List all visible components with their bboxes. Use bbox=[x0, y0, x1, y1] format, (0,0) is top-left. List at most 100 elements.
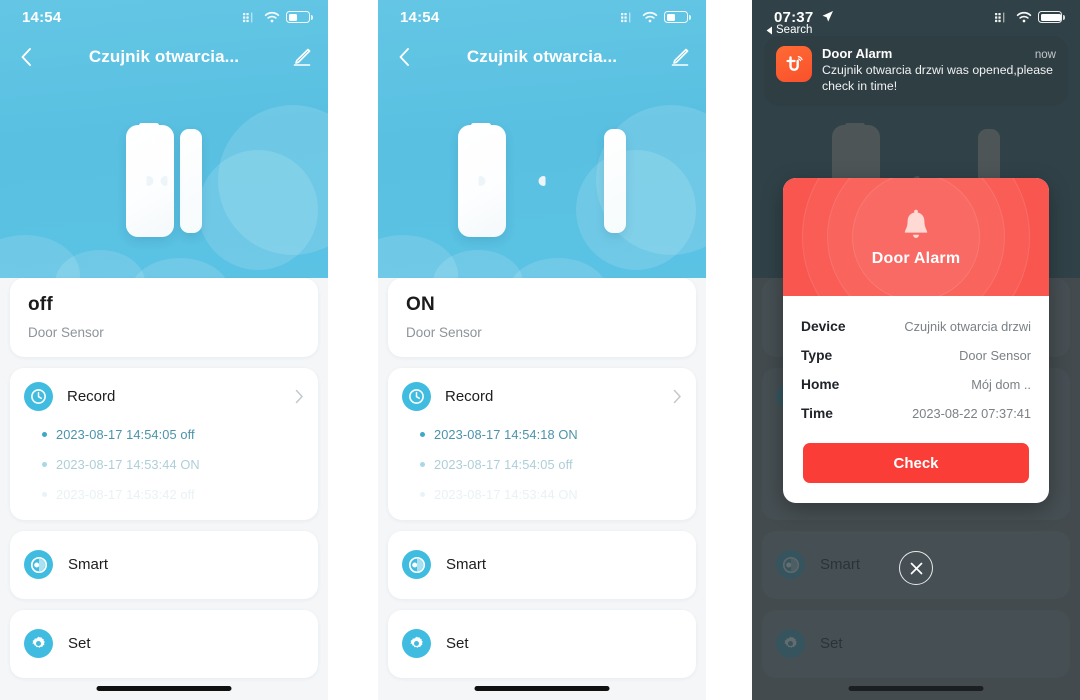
smart-row[interactable]: Smart bbox=[388, 530, 696, 599]
info-value: 2023-08-22 07:37:41 bbox=[912, 406, 1031, 421]
chevron-left-icon bbox=[21, 48, 31, 66]
state-subtitle: Door Sensor bbox=[28, 324, 104, 340]
status-bar: 14:54 bbox=[0, 0, 328, 34]
info-value: Czujnik otwarcia drzwi bbox=[904, 319, 1031, 334]
sensor-magnet bbox=[538, 128, 626, 233]
record-header[interactable]: Record bbox=[24, 381, 304, 411]
list-item: 2023-08-17 14:54:05 off bbox=[420, 457, 682, 472]
record-label: Record bbox=[445, 387, 494, 405]
status-time: 07:37 bbox=[774, 9, 834, 26]
list-item: 2023-08-17 14:54:05 off bbox=[42, 427, 304, 442]
back-button[interactable] bbox=[0, 36, 52, 78]
record-entry: 2023-08-17 14:54:05 off bbox=[56, 426, 195, 442]
info-value: Mój dom .. bbox=[971, 377, 1031, 392]
record-entry: 2023-08-17 14:53:42 off bbox=[56, 486, 195, 502]
alarm-header: Door Alarm bbox=[783, 178, 1049, 296]
notification-body: Door Alarm now Czujnik otwarcia drzwi wa… bbox=[822, 46, 1056, 94]
panel-gap bbox=[706, 0, 752, 700]
record-card[interactable]: Record 2023-08-17 14:54:05 off 2023-08-1… bbox=[10, 367, 318, 520]
clock-icon bbox=[402, 381, 431, 411]
edit-button[interactable] bbox=[654, 36, 706, 78]
info-row-type: Type Door Sensor bbox=[801, 341, 1031, 370]
status-time: 14:54 bbox=[22, 8, 62, 26]
notification-banner[interactable]: Door Alarm now Czujnik otwarcia drzwi wa… bbox=[764, 36, 1068, 107]
pencil-edit-icon bbox=[293, 48, 311, 66]
smart-label: Smart bbox=[446, 556, 487, 574]
notification-title: Door Alarm bbox=[822, 46, 893, 61]
info-key: Type bbox=[801, 348, 833, 363]
smart-label: Smart bbox=[68, 556, 109, 574]
record-list: 2023-08-17 14:54:18 ON 2023-08-17 14:54:… bbox=[420, 427, 682, 502]
tuya-app-icon bbox=[776, 46, 812, 82]
wifi-icon bbox=[264, 11, 280, 23]
notification-message: Czujnik otwarcia drzwi was opened,please… bbox=[822, 63, 1054, 94]
state-card: off Door Sensor bbox=[10, 278, 318, 357]
cellular-dots-icon bbox=[621, 12, 631, 22]
info-row-time: Time 2023-08-22 07:37:41 bbox=[801, 399, 1031, 428]
smart-toggle-icon bbox=[24, 550, 53, 580]
cellular-dots-icon bbox=[995, 12, 1005, 22]
record-entry: 2023-08-17 14:54:05 off bbox=[434, 456, 573, 472]
state-card: ON Door Sensor bbox=[388, 278, 696, 357]
door-sensor-illustration bbox=[378, 108, 706, 253]
status-time: 14:54 bbox=[400, 8, 440, 26]
location-arrow-icon bbox=[822, 10, 833, 22]
alarm-dialog: Door Alarm Device Czujnik otwarcia drzwi… bbox=[783, 178, 1049, 503]
close-x-icon bbox=[910, 562, 922, 574]
search-label: Search bbox=[776, 24, 813, 36]
battery-icon bbox=[286, 11, 313, 23]
screenshot-stage: 14:54 Czujnik otwarcia... off Door Senso… bbox=[0, 0, 1080, 700]
smart-toggle-icon bbox=[402, 550, 431, 580]
set-row[interactable]: Set bbox=[10, 609, 318, 678]
check-button[interactable]: Check bbox=[803, 443, 1029, 483]
notification-header: Door Alarm now bbox=[822, 46, 1056, 61]
edit-button[interactable] bbox=[276, 36, 328, 78]
status-icons bbox=[243, 11, 313, 23]
triangle-left-icon bbox=[766, 26, 772, 34]
door-sensor-illustration bbox=[0, 108, 328, 253]
record-header[interactable]: Record bbox=[402, 381, 682, 411]
smart-row[interactable]: Smart bbox=[10, 530, 318, 599]
wifi-icon bbox=[1016, 11, 1032, 23]
record-entry: 2023-08-17 14:53:44 ON bbox=[56, 456, 200, 472]
wifi-icon bbox=[642, 11, 658, 23]
info-row-device: Device Czujnik otwarcia drzwi bbox=[801, 312, 1031, 341]
record-card[interactable]: Record 2023-08-17 14:54:18 ON 2023-08-17… bbox=[388, 367, 696, 520]
list-item: 2023-08-17 14:54:18 ON bbox=[420, 427, 682, 442]
list-item: 2023-08-17 14:53:44 ON bbox=[420, 487, 682, 502]
close-button[interactable] bbox=[899, 551, 933, 585]
set-row[interactable]: Set bbox=[388, 609, 696, 678]
state-value: off bbox=[28, 294, 53, 315]
set-label: Set bbox=[446, 635, 469, 653]
info-key: Home bbox=[801, 377, 840, 392]
info-key: Time bbox=[801, 406, 833, 421]
state-value: ON bbox=[406, 294, 435, 315]
bullet-icon bbox=[420, 431, 425, 437]
nav-bar: Czujnik otwarcia... bbox=[0, 36, 328, 78]
clock-icon bbox=[24, 381, 53, 411]
bullet-icon bbox=[42, 461, 47, 467]
state-subtitle: Door Sensor bbox=[406, 324, 482, 340]
alarm-title: Door Alarm bbox=[871, 249, 961, 267]
home-indicator bbox=[848, 686, 984, 691]
chevron-right-icon bbox=[295, 389, 303, 404]
info-value: Door Sensor bbox=[959, 348, 1031, 363]
record-entry: 2023-08-17 14:54:18 ON bbox=[434, 426, 578, 442]
back-button[interactable] bbox=[378, 36, 430, 78]
info-key: Device bbox=[801, 319, 846, 334]
back-to-search[interactable]: Search bbox=[766, 24, 812, 36]
record-list: 2023-08-17 14:54:05 off 2023-08-17 14:53… bbox=[42, 427, 304, 502]
nav-bar: Czujnik otwarcia... bbox=[378, 36, 706, 78]
sensor-body bbox=[458, 122, 506, 237]
record-entry: 2023-08-17 14:53:44 ON bbox=[434, 486, 578, 502]
bullet-icon bbox=[42, 431, 47, 437]
gear-icon bbox=[402, 629, 431, 659]
chevron-left-icon bbox=[399, 48, 409, 66]
phone-panel-open: 14:54 Czujnik otwarcia... ON Door Sensor… bbox=[378, 0, 706, 700]
status-icons bbox=[995, 11, 1065, 23]
panel-gap bbox=[328, 0, 378, 700]
info-row-home: Home Mój dom .. bbox=[801, 370, 1031, 399]
bullet-icon bbox=[420, 491, 425, 497]
chevron-right-icon bbox=[673, 389, 681, 404]
home-indicator bbox=[474, 686, 610, 691]
